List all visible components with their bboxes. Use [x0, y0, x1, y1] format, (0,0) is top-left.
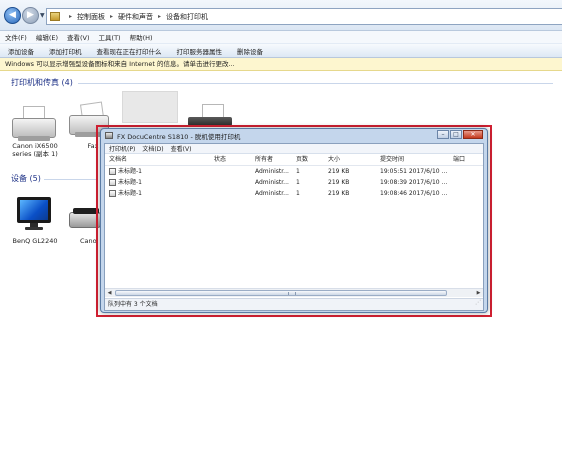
document-icon — [109, 179, 116, 186]
cell-submitted: 19:08:46 2017/6/10 ... — [380, 190, 448, 197]
scroll-right-icon[interactable]: ▶ — [474, 289, 483, 297]
window-title-bar[interactable]: FX DocuCentre S1810 - 脱机使用打印机 — [101, 129, 487, 142]
printer-canon-label-line2: series (副本 1) — [12, 150, 58, 158]
chevron-right-icon[interactable]: ▸ — [69, 13, 72, 20]
back-icon[interactable]: ◀ — [4, 7, 21, 24]
address-bar: ◀ ▶ ▼ ▸ 控制面板 ▸ 硬件和声音 ▸ 设备和打印机 — [0, 0, 562, 31]
control-panel-icon — [50, 12, 60, 21]
menu-edit[interactable]: 编辑(E) — [36, 32, 58, 42]
printer-canon-icon[interactable] — [12, 106, 58, 141]
add-device-button[interactable]: 添加设备 — [8, 46, 34, 56]
see-whats-printing-button[interactable]: 查看现在正在打印什么 — [97, 46, 162, 56]
column-size[interactable]: 大小 — [328, 154, 340, 166]
status-bar: 队列中有 3 个文档 ⋰ — [105, 298, 483, 310]
document-icon — [109, 190, 116, 197]
queue-status-text: 队列中有 3 个文档 — [108, 301, 158, 308]
chevron-right-icon[interactable]: ▸ — [158, 13, 161, 20]
column-owner[interactable]: 所有者 — [255, 154, 273, 166]
benq-label: BenQ GL2240 — [12, 237, 58, 245]
table-row[interactable]: 未标题-1 Administr... 1 219 KB 19:08:46 201… — [105, 188, 483, 199]
remove-device-button[interactable]: 删除设备 — [237, 46, 263, 56]
column-port[interactable]: 端口 — [453, 154, 465, 166]
printer-icon — [105, 132, 113, 139]
menu-bar: 文件(F) 编辑(E) 查看(V) 工具(T) 帮助(H) — [0, 31, 562, 43]
column-header: 文档名 状态 所有者 页数 大小 提交时间 端口 — [105, 154, 483, 166]
breadcrumb-item-devices-printers[interactable]: 设备和打印机 — [166, 12, 208, 22]
cell-size: 219 KB — [328, 168, 350, 175]
breadcrumb-item-hardware-sound[interactable]: 硬件和声音 — [118, 12, 153, 22]
close-icon[interactable]: ✕ — [463, 130, 483, 139]
add-printer-button[interactable]: 添加打印机 — [49, 46, 82, 56]
command-bar: 添加设备 添加打印机 查看现在正在打印什么 打印服务器属性 删除设备 — [0, 43, 562, 58]
menu-document[interactable]: 文档(D) — [142, 144, 163, 153]
window-title: FX DocuCentre S1810 - 脱机使用打印机 — [117, 132, 241, 141]
info-bar[interactable]: Windows 可以显示增强型设备图标和来自 Internet 的信息。请单击进… — [0, 58, 562, 71]
menu-tools[interactable]: 工具(T) — [99, 32, 121, 42]
cell-size: 219 KB — [328, 190, 350, 197]
column-submitted[interactable]: 提交时间 — [380, 154, 404, 166]
horizontal-scrollbar[interactable]: ◀ ▶ — [105, 288, 483, 297]
menu-printer[interactable]: 打印机(P) — [109, 144, 135, 153]
printers-group-header[interactable]: 打印机和传真 (4) — [11, 77, 73, 88]
dialog-menu-bar: 打印机(P) 文档(D) 查看(V) — [105, 144, 483, 154]
cell-owner: Administr... — [255, 179, 289, 186]
cell-pages: 1 — [296, 190, 300, 197]
breadcrumb[interactable]: ▸ 控制面板 ▸ 硬件和声音 ▸ 设备和打印机 — [46, 8, 562, 25]
devices-group-header[interactable]: 设备 (5) — [11, 173, 41, 184]
scroll-left-icon[interactable]: ◀ — [105, 289, 114, 297]
cell-document-name: 未标题-1 — [118, 168, 142, 175]
menu-view[interactable]: 查看(V) — [67, 32, 90, 42]
breadcrumb-item-control-panel[interactable]: 控制面板 — [77, 12, 105, 22]
selected-printer-tile[interactable] — [122, 91, 178, 123]
cell-pages: 1 — [296, 168, 300, 175]
recent-pages-icon[interactable]: ▼ — [40, 12, 45, 19]
document-icon — [109, 168, 116, 175]
resize-grip-icon[interactable]: ⋰ — [475, 297, 481, 309]
forward-icon[interactable]: ▶ — [22, 7, 39, 24]
cell-document-name: 未标题-1 — [118, 190, 142, 197]
printer-canon-label: Canon iX6500 series (副本 1) — [6, 142, 64, 158]
print-queue-window: FX DocuCentre S1810 - 脱机使用打印机 – □ ✕ 打印机(… — [100, 128, 488, 313]
monitor-icon[interactable] — [17, 197, 51, 230]
print-server-properties-button[interactable]: 打印服务器属性 — [177, 46, 223, 56]
cell-owner: Administr... — [255, 190, 289, 197]
menu-help[interactable]: 帮助(H) — [130, 32, 153, 42]
table-row[interactable]: 未标题-1 Administr... 1 219 KB 19:05:51 201… — [105, 166, 483, 177]
column-pages[interactable]: 页数 — [296, 154, 308, 166]
cell-document-name: 未标题-1 — [118, 179, 142, 186]
group-divider — [44, 179, 98, 180]
queue-panel: 打印机(P) 文档(D) 查看(V) 文档名 状态 所有者 页数 大小 提交时间… — [104, 143, 484, 311]
maximize-icon[interactable]: □ — [450, 130, 462, 139]
cell-submitted: 19:08:39 2017/6/10 ... — [380, 179, 448, 186]
menu-file[interactable]: 文件(F) — [5, 32, 27, 42]
cell-submitted: 19:05:51 2017/6/10 ... — [380, 168, 448, 175]
cell-pages: 1 — [296, 179, 300, 186]
cell-size: 219 KB — [328, 179, 350, 186]
printer-icon[interactable] — [188, 104, 234, 126]
minimize-icon[interactable]: – — [437, 130, 449, 139]
group-divider — [78, 83, 553, 84]
chevron-right-icon[interactable]: ▸ — [110, 13, 113, 20]
cell-owner: Administr... — [255, 168, 289, 175]
column-status[interactable]: 状态 — [214, 154, 226, 166]
scrollbar-thumb[interactable] — [115, 290, 447, 296]
menu-view[interactable]: 查看(V) — [171, 144, 192, 153]
table-row[interactable]: 未标题-1 Administr... 1 219 KB 19:08:39 201… — [105, 177, 483, 188]
column-document-name[interactable]: 文档名 — [109, 154, 127, 166]
printer-canon-label-line1: Canon iX6500 — [12, 142, 58, 150]
